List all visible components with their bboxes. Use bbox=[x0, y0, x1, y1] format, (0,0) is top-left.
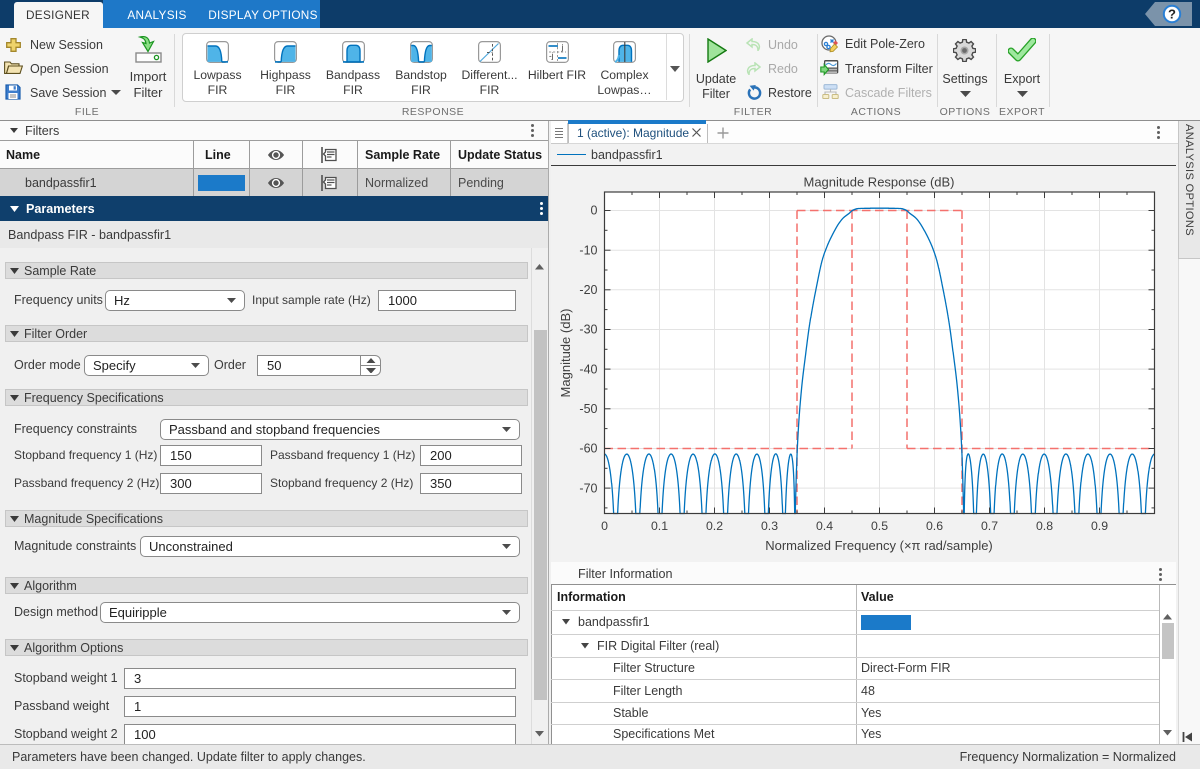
svg-text:0.7: 0.7 bbox=[981, 519, 998, 533]
svg-text:0.4: 0.4 bbox=[816, 519, 833, 533]
svg-text:0.1: 0.1 bbox=[651, 519, 668, 533]
svg-text:0.3: 0.3 bbox=[761, 519, 778, 533]
svg-text:j: j bbox=[560, 43, 563, 52]
svg-text:-j: -j bbox=[549, 52, 554, 61]
svg-text:-10: -10 bbox=[579, 243, 597, 257]
svg-text:0.5: 0.5 bbox=[871, 519, 888, 533]
svg-text:0.2: 0.2 bbox=[706, 519, 723, 533]
svg-text:-50: -50 bbox=[579, 402, 597, 416]
svg-text:0.6: 0.6 bbox=[926, 519, 943, 533]
svg-text:-30: -30 bbox=[579, 323, 597, 337]
svg-text:0.9: 0.9 bbox=[1091, 519, 1108, 533]
svg-text:-20: -20 bbox=[579, 283, 597, 297]
svg-text:-60: -60 bbox=[579, 442, 597, 456]
svg-text:Magnitude (dB): Magnitude (dB) bbox=[558, 309, 573, 398]
svg-text:-40: -40 bbox=[579, 362, 597, 376]
svg-text:Normalized Frequency (×π rad/s: Normalized Frequency (×π rad/sample) bbox=[765, 538, 993, 553]
svg-text:-70: -70 bbox=[579, 481, 597, 495]
svg-text:?: ? bbox=[1168, 7, 1176, 22]
svg-text:0: 0 bbox=[591, 204, 598, 218]
svg-text:0: 0 bbox=[601, 519, 608, 533]
svg-text:0.8: 0.8 bbox=[1036, 519, 1053, 533]
svg-text:Magnitude Response (dB): Magnitude Response (dB) bbox=[803, 175, 954, 190]
